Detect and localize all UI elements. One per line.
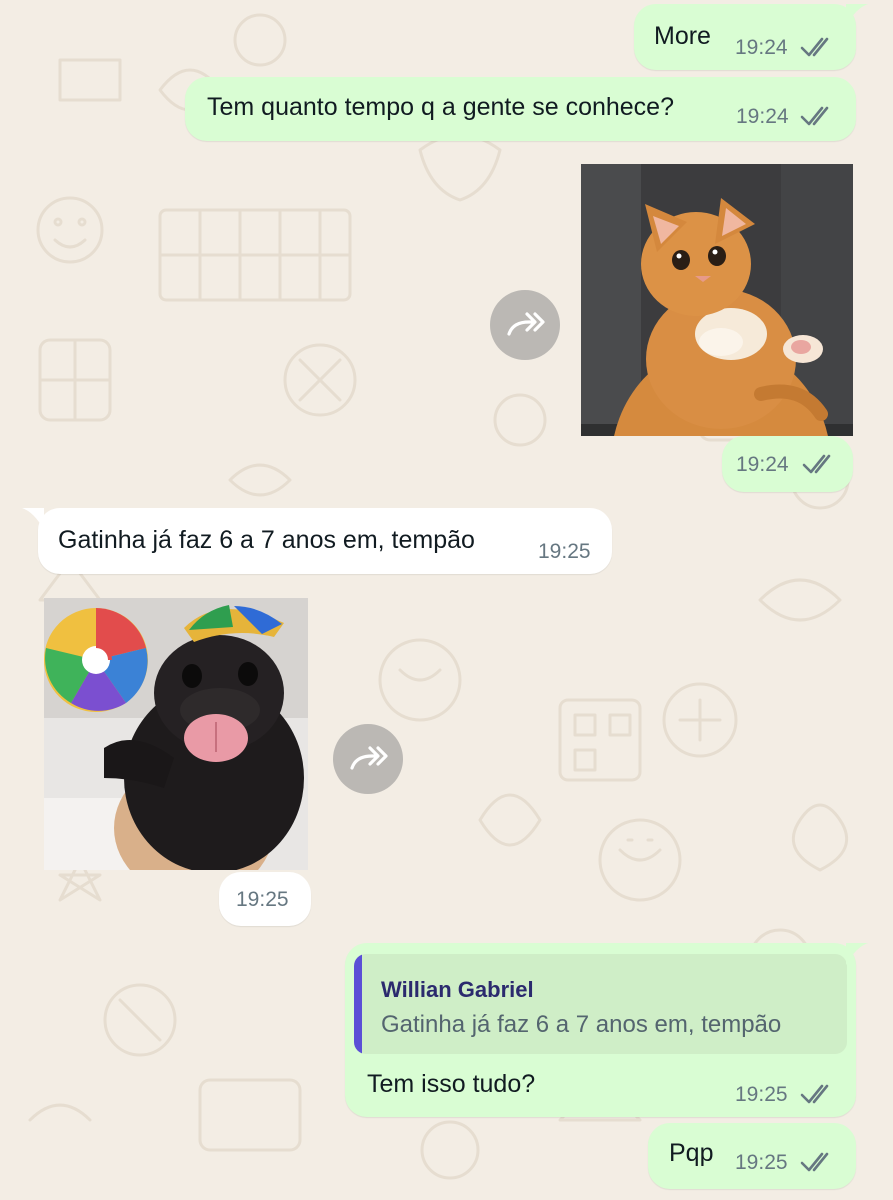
message-text: Gatinha já faz 6 a 7 anos em, tempão [58,526,475,554]
message-time: 19:24 [736,453,789,476]
quoted-message[interactable]: Willian Gabriel Gatinha já faz 6 a 7 ano… [354,954,847,1054]
message-time: 19:25 [236,888,289,911]
forward-button[interactable] [333,724,403,794]
read-ticks-icon [800,37,829,57]
forward-icon [350,746,388,770]
message-text: Tem quanto tempo q a gente se conhece? [207,93,674,121]
bubble-tail [22,508,44,530]
outgoing-message[interactable]: Pqp 19:25 [648,1123,856,1189]
sticker-time-badge: 19:25 [219,872,311,926]
read-ticks-icon [800,1084,829,1104]
message-time: 19:25 [735,1151,788,1174]
quote-accent-bar [354,954,362,1054]
outgoing-reply-message[interactable]: Willian Gabriel Gatinha já faz 6 a 7 ano… [345,943,856,1117]
orange-kitten-sticker[interactable] [581,164,853,436]
forward-icon [507,312,545,336]
pug-party-hat-lollipop-sticker[interactable] [44,598,308,870]
message-time: 19:24 [735,36,788,59]
sticker-time-badge: 19:24 [722,436,853,492]
bubble-tail [846,943,868,965]
outgoing-message[interactable]: More 19:24 [634,4,856,70]
message-text: Tem isso tudo? [367,1070,536,1098]
kitten-image [581,164,853,436]
incoming-message[interactable]: Gatinha já faz 6 a 7 anos em, tempão 19:… [38,508,612,574]
outgoing-message[interactable]: Tem quanto tempo q a gente se conhece? 1… [185,77,856,141]
bubble-tail [846,4,868,26]
quoted-author: Willian Gabriel [381,977,534,1002]
chat-conversation: More 19:24 Tem quanto tempo q a gente se… [0,0,893,1200]
pug-image [44,598,308,870]
message-time: 19:25 [735,1083,788,1106]
message-text: Pqp [669,1139,714,1167]
message-time: 19:25 [538,540,591,563]
forward-button[interactable] [490,290,560,360]
read-ticks-icon [802,454,831,474]
message-time: 19:24 [736,105,789,128]
message-text: More [654,22,711,50]
quoted-text: Gatinha já faz 6 a 7 anos em, tempão [381,1011,782,1038]
read-ticks-icon [800,106,829,126]
read-ticks-icon [800,1152,829,1172]
